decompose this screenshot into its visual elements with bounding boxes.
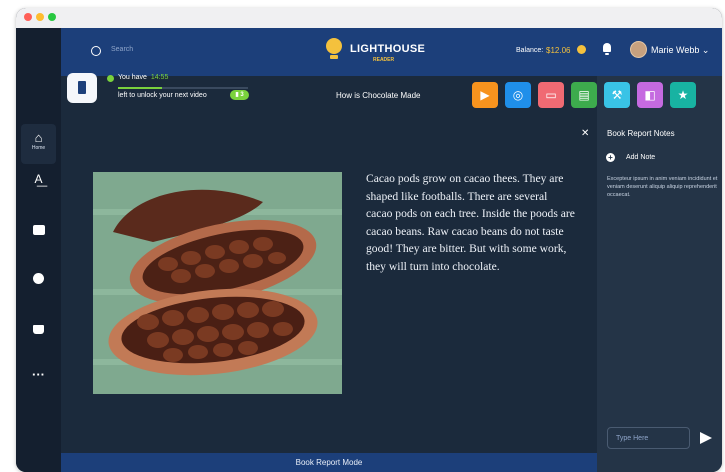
sidebar-item-text[interactable]: A͟: [25, 172, 52, 186]
wrench-icon: ⚒: [611, 88, 623, 102]
lesson-title: How is Chocolate Made: [336, 91, 421, 100]
book-button[interactable]: ▤: [571, 82, 597, 108]
unlock-progress-fill: [118, 87, 163, 89]
hearing-icon: ◎: [512, 88, 524, 102]
chevron-down-icon: ⌄: [701, 45, 710, 55]
top-bar: Search LIGHTHOUSE READER Balance: $12.06…: [61, 28, 722, 76]
exit-button[interactable]: [67, 73, 97, 103]
star-button[interactable]: ★: [670, 82, 696, 108]
logo-base-icon: [330, 55, 338, 59]
coin-icon: [577, 45, 586, 54]
story-text: Cacao pods grow on cacao thees. They are…: [366, 172, 575, 273]
more-icon: ···: [32, 367, 45, 382]
cacao-pods-image: [93, 172, 342, 394]
minimize-window-button[interactable]: [36, 13, 44, 21]
timer-time: 14:55: [150, 74, 169, 81]
user-menu[interactable]: Marie Webb ⌄: [651, 45, 709, 56]
lighthouse-logo-icon: [326, 38, 342, 54]
avatar[interactable]: [630, 41, 647, 58]
note-body: Excepteur ipsum in anim veniam incididun…: [607, 176, 718, 198]
timer-suffix: left to unlock your next video: [118, 92, 207, 99]
label-button[interactable]: ◧: [637, 82, 663, 108]
label-icon: ◧: [644, 88, 656, 102]
balance-label: Balance:: [516, 47, 544, 54]
search-input[interactable]: Search: [111, 46, 133, 53]
unlock-progress-bar: [118, 87, 248, 89]
book-icon: ▤: [578, 88, 590, 102]
star-icon: ★: [677, 88, 689, 102]
mode-bar[interactable]: Book Report Mode: [61, 453, 597, 472]
send-icon[interactable]: [700, 432, 712, 444]
comment-button[interactable]: ▭: [538, 82, 564, 108]
user-name: Marie Webb: [651, 45, 700, 55]
sidebar-item-home[interactable]: ⌂ Home: [21, 124, 56, 164]
bell-icon[interactable]: [603, 43, 611, 55]
play-button[interactable]: ▶: [472, 82, 498, 108]
logo-title: LIGHTHOUSE: [350, 43, 426, 55]
settings-icon: [33, 273, 44, 284]
timer-status-icon: [107, 75, 114, 82]
chat-icon: [32, 225, 45, 235]
balance-value: $12.06: [546, 46, 571, 55]
close-icon[interactable]: ✕: [581, 128, 589, 139]
add-note-icon[interactable]: +: [606, 153, 615, 162]
text-icon: A͟: [34, 172, 43, 186]
hearing-button[interactable]: ◎: [505, 82, 531, 108]
note-input[interactable]: Type Here: [607, 427, 690, 449]
cart-icon: [33, 325, 44, 334]
timer-text: You have 14:55: [118, 74, 168, 81]
close-window-button[interactable]: [24, 13, 32, 21]
add-note-button[interactable]: Add Note: [626, 154, 655, 161]
timer-prefix: You have: [118, 74, 147, 81]
maximize-window-button[interactable]: [48, 13, 56, 21]
notes-panel-title: Book Report Notes: [607, 129, 675, 138]
video-count: 3: [240, 92, 244, 98]
video-count-badge: ▮ 3: [230, 90, 249, 100]
sidebar-item-label: Home: [31, 145, 46, 151]
sidebar-item-cart[interactable]: [25, 321, 52, 339]
home-icon: ⌂: [34, 130, 43, 145]
sidebar: ⌂ Home A͟ ···: [16, 28, 61, 472]
sidebar-item-settings[interactable]: [25, 271, 52, 289]
wrench-button[interactable]: ⚒: [604, 82, 630, 108]
sidebar-item-more[interactable]: ···: [25, 367, 52, 382]
logo-subtitle: READER: [373, 57, 395, 63]
search-icon[interactable]: [91, 46, 101, 56]
play-icon: ▶: [480, 88, 490, 102]
sidebar-item-chat[interactable]: [25, 222, 52, 240]
mode-label: Book Report Mode: [295, 458, 363, 467]
window-titlebar: [16, 8, 722, 28]
comment-icon: ▭: [545, 88, 557, 102]
cacao-pods-illustration: [93, 172, 342, 394]
